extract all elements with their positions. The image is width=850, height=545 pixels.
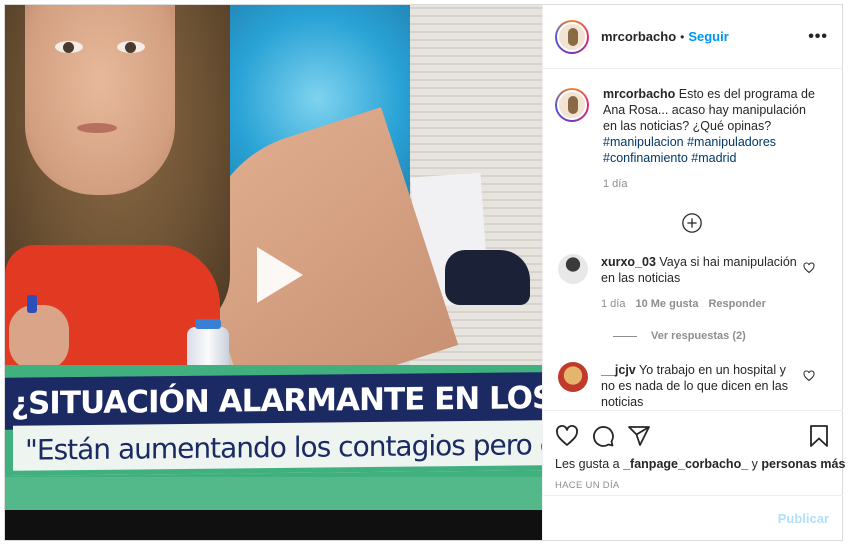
- reply-button[interactable]: Responder: [708, 296, 765, 312]
- tv-bezel: [5, 510, 542, 540]
- comment-like-icon[interactable]: [803, 370, 815, 382]
- post-caption: mrcorbacho Esto es del programa de Ana R…: [555, 86, 829, 192]
- hashtag-link[interactable]: #confinamiento: [603, 151, 688, 165]
- presenter-hand: [9, 305, 69, 370]
- commenter-avatar[interactable]: [558, 362, 588, 392]
- post-timestamp[interactable]: HACE UN DÍA: [555, 480, 831, 491]
- instagram-post-modal: ¿SITUACIÓN ALARMANTE EN LOS HOSPITALES M…: [4, 4, 845, 541]
- likes-middle: y: [748, 457, 762, 471]
- comment-meta: 1 día 10 Me gusta Responder: [601, 296, 801, 312]
- comment-body: __jcjv Yo trabajo en un hospital y no es…: [601, 362, 801, 410]
- bookmark-icon[interactable]: [807, 424, 831, 448]
- heart-icon[interactable]: [555, 424, 579, 448]
- view-replies-label: Ver respuestas (2): [651, 330, 746, 342]
- studio-cloth: [445, 250, 530, 305]
- header-separator: •: [680, 29, 685, 44]
- liker-username[interactable]: _fanpage_corbacho_: [623, 457, 748, 471]
- hashtag-link[interactable]: #manipuladores: [687, 135, 776, 149]
- share-icon[interactable]: [627, 424, 651, 448]
- commenter-username[interactable]: __jcjv: [601, 363, 636, 377]
- comment-item: xurxo_03 Vaya si hai manipulación en las…: [555, 254, 829, 312]
- post-actions: Les gusta a _fanpage_corbacho_ y persona…: [543, 410, 845, 491]
- publish-button[interactable]: Publicar: [778, 511, 829, 526]
- more-options-icon[interactable]: •••: [808, 28, 828, 46]
- comments-list[interactable]: mrcorbacho Esto es del programa de Ana R…: [543, 70, 843, 410]
- likes-summary: Les gusta a _fanpage_corbacho_ y persona…: [555, 457, 845, 471]
- presenter-face: [25, 5, 175, 195]
- presenter-mouth: [77, 123, 117, 133]
- commenter-username[interactable]: xurxo_03: [601, 255, 656, 269]
- hashtag-link[interactable]: #madrid: [691, 151, 736, 165]
- comment-icon[interactable]: [591, 424, 615, 448]
- likes-prefix: Les gusta a: [555, 457, 624, 471]
- hashtag-link[interactable]: #manipulacion: [603, 135, 684, 149]
- comment-likes[interactable]: 10 Me gusta: [635, 296, 698, 312]
- comment-item: __jcjv Yo trabajo en un hospital y no es…: [555, 362, 829, 410]
- action-icons: [555, 421, 831, 451]
- comment-like-icon[interactable]: [803, 262, 815, 274]
- follow-button[interactable]: Seguir: [688, 29, 728, 44]
- add-comment-bar: Publicar: [543, 495, 843, 540]
- caption-body: mrcorbacho Esto es del programa de Ana R…: [603, 86, 818, 192]
- presenter-pen: [27, 295, 37, 313]
- caption-username[interactable]: mrcorbacho: [603, 87, 675, 101]
- author-avatar[interactable]: [555, 19, 589, 54]
- play-icon: [257, 247, 303, 303]
- presenter-eye-left: [55, 41, 83, 53]
- load-more-comments-button[interactable]: [555, 212, 829, 234]
- tv-ticker: [5, 477, 542, 510]
- comment-input[interactable]: [557, 508, 778, 528]
- post-side-panel: mrcorbacho • Seguir ••• mrcorbacho Esto …: [542, 5, 845, 540]
- comment-time[interactable]: 1 día: [601, 296, 625, 312]
- post-video[interactable]: ¿SITUACIÓN ALARMANTE EN LOS HOSPITALES M…: [5, 5, 542, 540]
- likes-others[interactable]: personas más: [761, 457, 845, 471]
- presenter-eye-right: [117, 41, 145, 53]
- caption-time[interactable]: 1 día: [603, 176, 818, 192]
- commenter-avatar[interactable]: [558, 254, 588, 284]
- view-replies-button[interactable]: Ver respuestas (2): [613, 330, 829, 342]
- tv-subline: "Están aumentando los contagios pero con…: [13, 420, 542, 476]
- post-header: mrcorbacho • Seguir •••: [543, 5, 842, 69]
- play-button[interactable]: [235, 235, 315, 315]
- plus-circle-icon: [682, 213, 702, 233]
- comment-body: xurxo_03 Vaya si hai manipulación en las…: [601, 254, 801, 312]
- author-username[interactable]: mrcorbacho: [601, 29, 676, 44]
- replies-divider: [613, 335, 637, 337]
- caption-avatar[interactable]: [555, 88, 589, 122]
